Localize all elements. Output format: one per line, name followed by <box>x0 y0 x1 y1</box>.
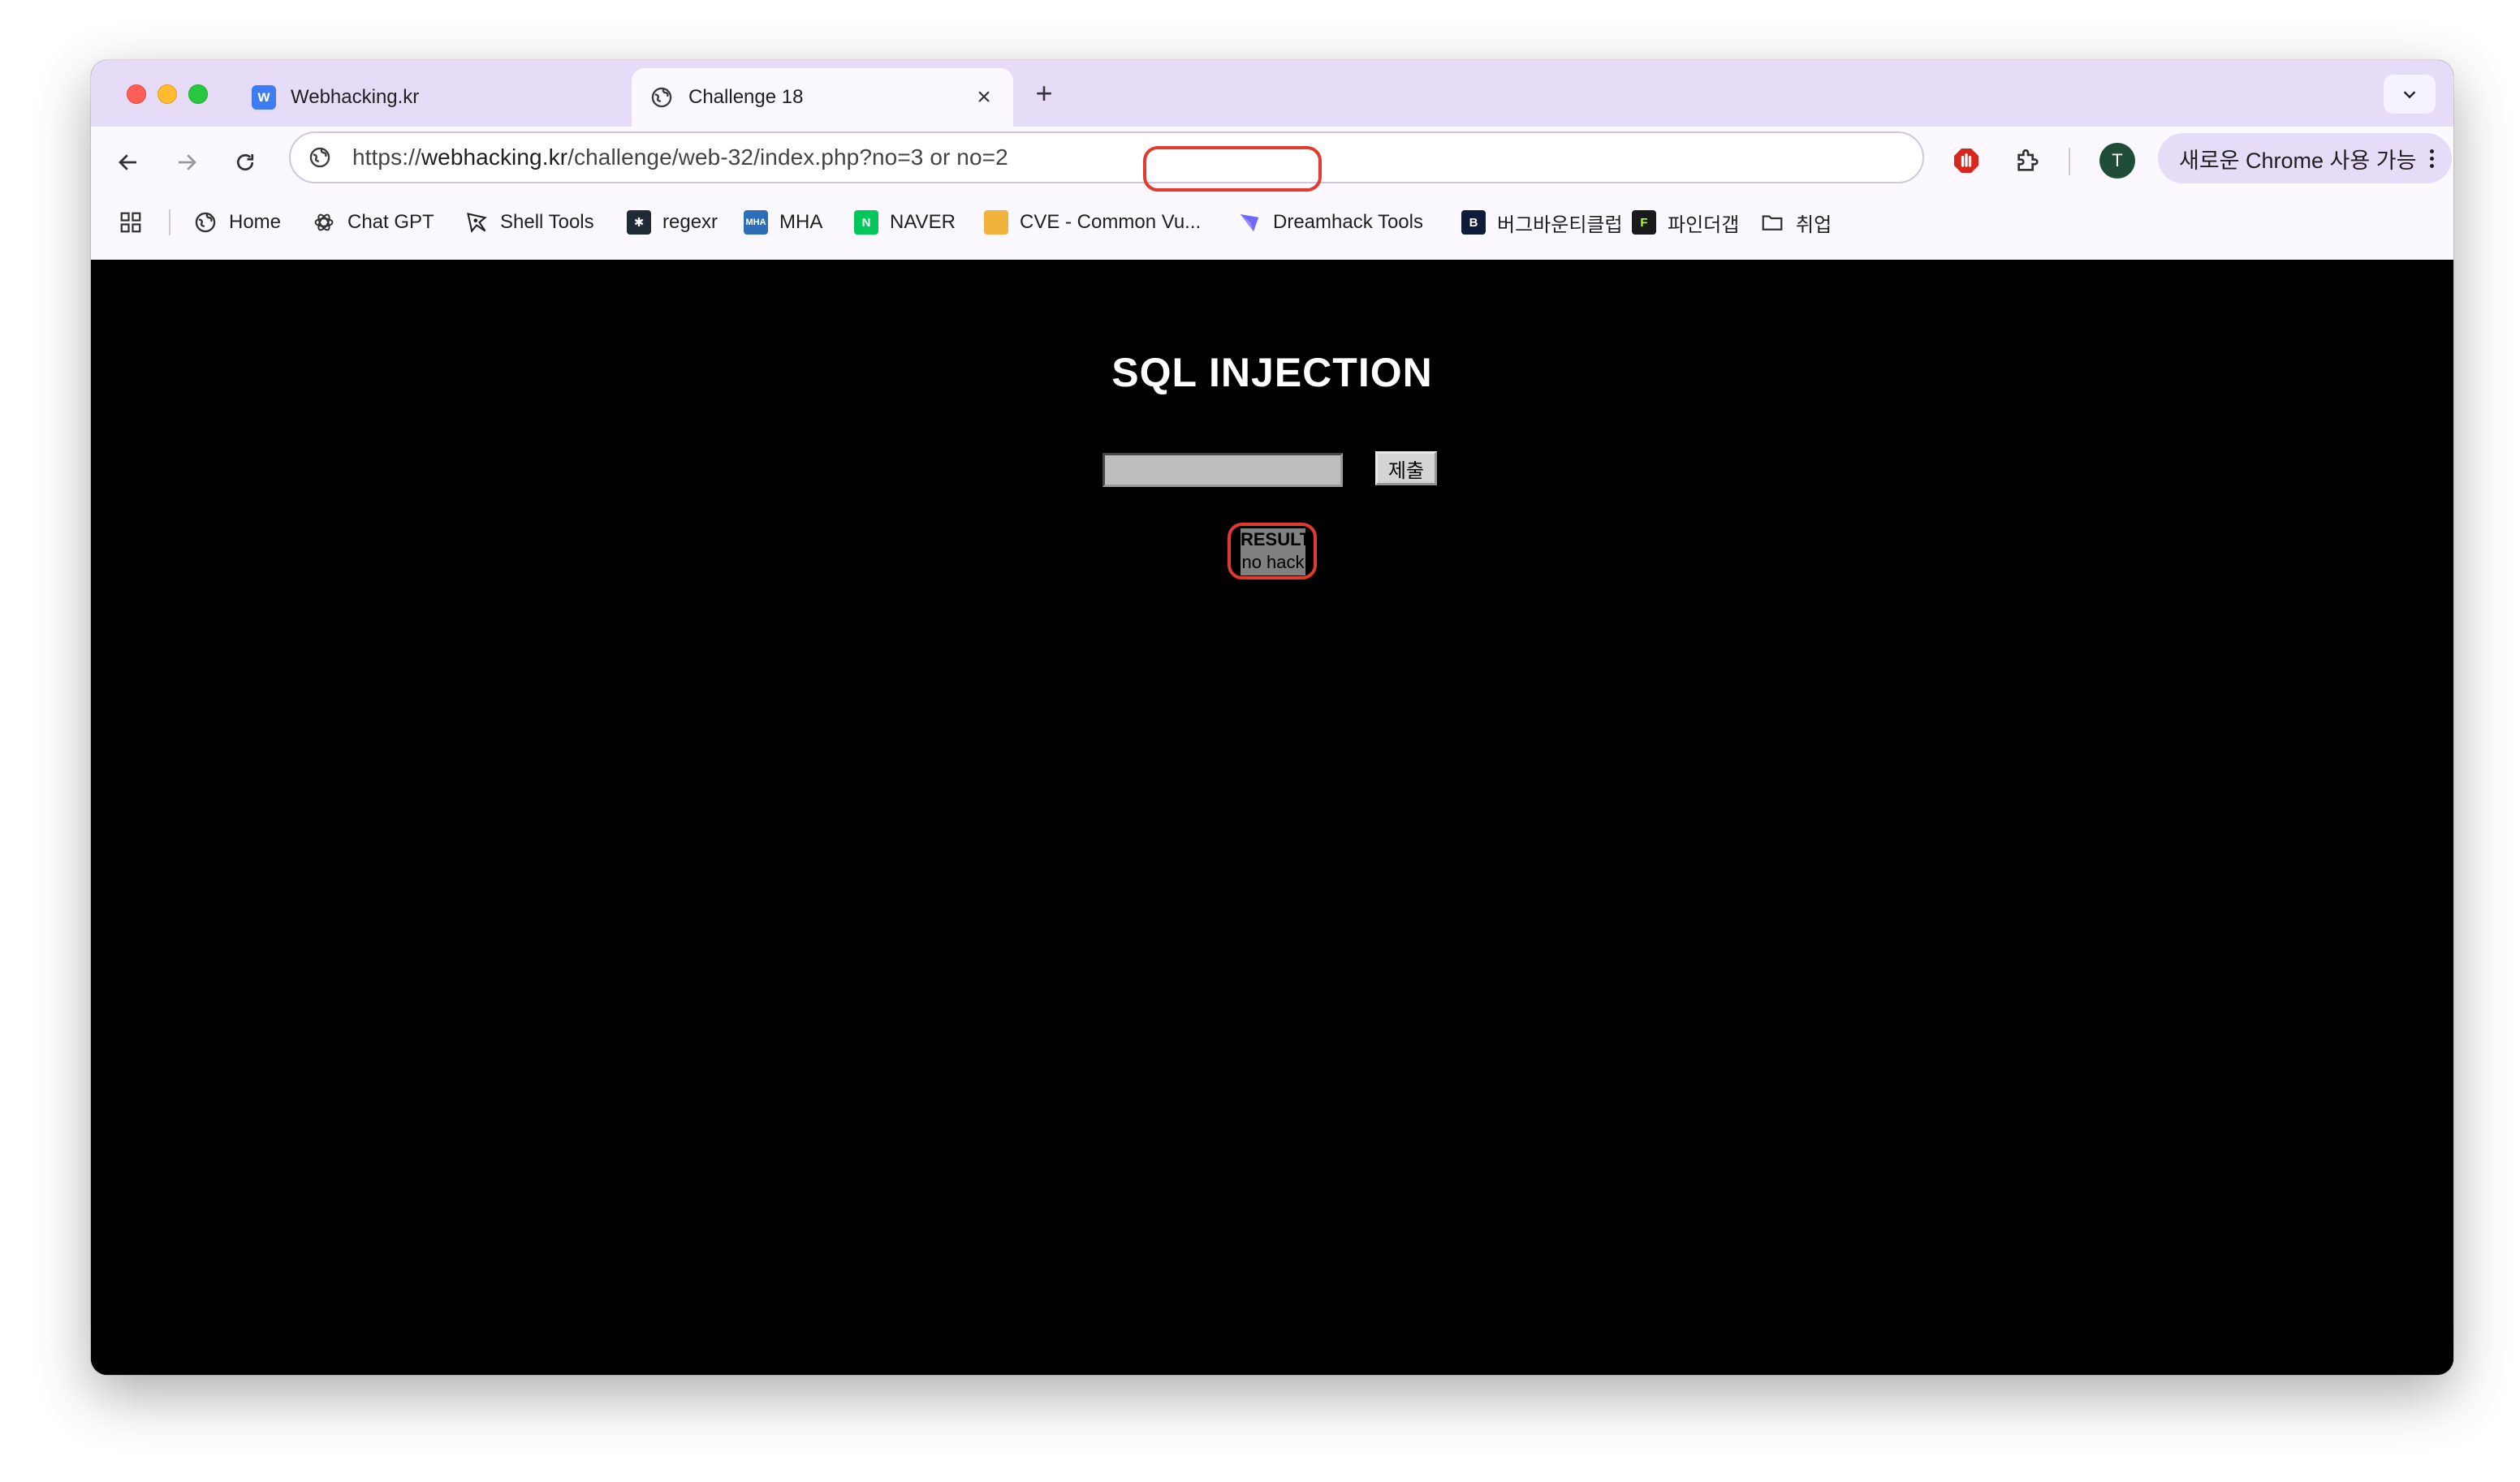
url-path: /challenge/web-32/index.ph <box>567 144 847 170</box>
tab-title: Challenge 18 <box>688 86 804 108</box>
result-heading: RESULT <box>1241 529 1311 549</box>
extensions-button[interactable] <box>2012 144 2044 177</box>
bookmarks-bar: Home Chat GPT Shell Tools ✱ regexr MHA M… <box>91 198 2453 247</box>
url-scheme: https:// <box>352 144 421 170</box>
site-info-icon[interactable] <box>305 143 334 172</box>
window-close-button[interactable] <box>127 84 146 104</box>
bookmark-label: NAVER <box>890 211 956 233</box>
bookmarks-divider <box>169 209 170 235</box>
w-logo-icon: w <box>252 85 276 110</box>
chevron-down-icon <box>2403 91 2416 99</box>
chrome-update-chip[interactable]: 새로운 Chrome 사용 가능 <box>2158 133 2452 183</box>
result-value: no hack <box>1241 552 1305 572</box>
f-icon: F <box>1632 210 1656 235</box>
bookmark-label: Dreamhack Tools <box>1273 211 1423 233</box>
close-icon[interactable]: × <box>971 85 997 110</box>
tab-strip: w Webhacking.kr × Challenge 18 × + <box>91 60 2453 127</box>
window-maximize-button[interactable] <box>188 84 208 104</box>
browser-window: w Webhacking.kr × Challenge 18 × + <box>91 60 2453 1375</box>
mha-icon: MHA <box>744 210 768 235</box>
update-chip-label: 새로운 Chrome 사용 가능 <box>2179 148 2417 173</box>
adblock-extension-button[interactable] <box>1950 144 1983 177</box>
bookmark-dreamhack[interactable]: Dreamhack Tools <box>1237 198 1423 247</box>
url-query: p?no=3 or no=2 <box>846 144 1008 170</box>
toolbar-divider <box>2069 148 2070 175</box>
page-content: SQL INJECTION 제출 RESULT no hack <box>91 260 2453 1375</box>
bookmark-bugbounty[interactable]: B 버그바운티클럽 <box>1461 198 1623 247</box>
new-tab-button[interactable]: + <box>1026 76 1062 112</box>
browser-chrome: w Webhacking.kr × Challenge 18 × + <box>91 60 2453 260</box>
tab-search-button[interactable] <box>2384 75 2436 114</box>
skull-flag-icon <box>464 210 489 235</box>
url-host: webhacking.kr <box>421 144 568 170</box>
result-highlight-annotation: RESULT no hack <box>1228 523 1317 579</box>
puzzle-icon <box>2017 149 2039 171</box>
bookmark-regexr[interactable]: ✱ regexr <box>627 198 718 247</box>
submit-button[interactable]: 제출 <box>1375 451 1437 485</box>
bookmark-label: CVE - Common Vu... <box>1020 211 1202 233</box>
bookmark-label: MHA <box>779 211 823 233</box>
reload-button[interactable] <box>226 143 265 182</box>
back-button[interactable] <box>109 143 148 182</box>
stop-hand-icon <box>1954 149 1978 173</box>
url-highlight-annotation <box>1143 146 1322 192</box>
bookmark-findergap[interactable]: F 파인더갭 <box>1632 198 1739 247</box>
result-box: RESULT no hack <box>1241 528 1311 575</box>
cve-icon <box>984 210 1008 235</box>
b-icon: B <box>1461 210 1486 235</box>
globe-icon <box>649 85 674 110</box>
bookmark-label: 취업 <box>1796 213 1832 236</box>
bookmark-folder-jobs[interactable]: 취업 <box>1760 198 1832 247</box>
bookmark-shell-tools[interactable]: Shell Tools <box>464 198 594 247</box>
globe-icon <box>193 210 218 235</box>
bookmark-mha[interactable]: MHA MHA <box>744 198 822 247</box>
arrow-left-icon <box>119 154 136 170</box>
page-title: SQL INJECTION <box>1111 350 1433 395</box>
bookmark-home[interactable]: Home <box>193 198 281 247</box>
bookmark-naver[interactable]: N NAVER <box>854 198 956 247</box>
forward-button[interactable] <box>167 143 206 182</box>
bookmark-label: Home <box>229 211 282 233</box>
tab-title: Webhacking.kr <box>291 86 420 108</box>
bookmark-label: Shell Tools <box>500 211 594 233</box>
bookmark-label: 파인더갭 <box>1668 213 1740 236</box>
window-minimize-button[interactable] <box>158 84 177 104</box>
query-input[interactable] <box>1102 453 1343 487</box>
naver-icon: N <box>854 210 878 235</box>
apps-button[interactable] <box>119 198 143 247</box>
bookmark-label: 버그바운티클럽 <box>1497 213 1623 236</box>
folder-icon <box>1760 210 1784 235</box>
address-bar[interactable]: https://webhacking.kr/challenge/web-32/i… <box>289 131 1924 192</box>
regexr-icon: ✱ <box>627 210 651 235</box>
bookmark-label: Chat GPT <box>347 211 434 233</box>
openai-icon <box>312 210 336 235</box>
url-text[interactable]: https://webhacking.kr/challenge/web-32/i… <box>352 144 1322 192</box>
profile-avatar[interactable]: T <box>2099 143 2135 179</box>
reload-icon <box>236 153 254 171</box>
kebab-menu-icon[interactable] <box>2430 149 2434 168</box>
tab-challenge-18[interactable]: Challenge 18 × <box>632 68 1013 127</box>
bookmark-cve[interactable]: CVE - Common Vu... <box>984 198 1201 247</box>
bookmark-label: regexr <box>662 211 718 233</box>
arrow-right-icon <box>179 154 196 170</box>
apps-grid-icon <box>120 212 141 233</box>
dreamhack-icon <box>1237 210 1262 235</box>
bookmark-chat-gpt[interactable]: Chat GPT <box>312 198 434 247</box>
